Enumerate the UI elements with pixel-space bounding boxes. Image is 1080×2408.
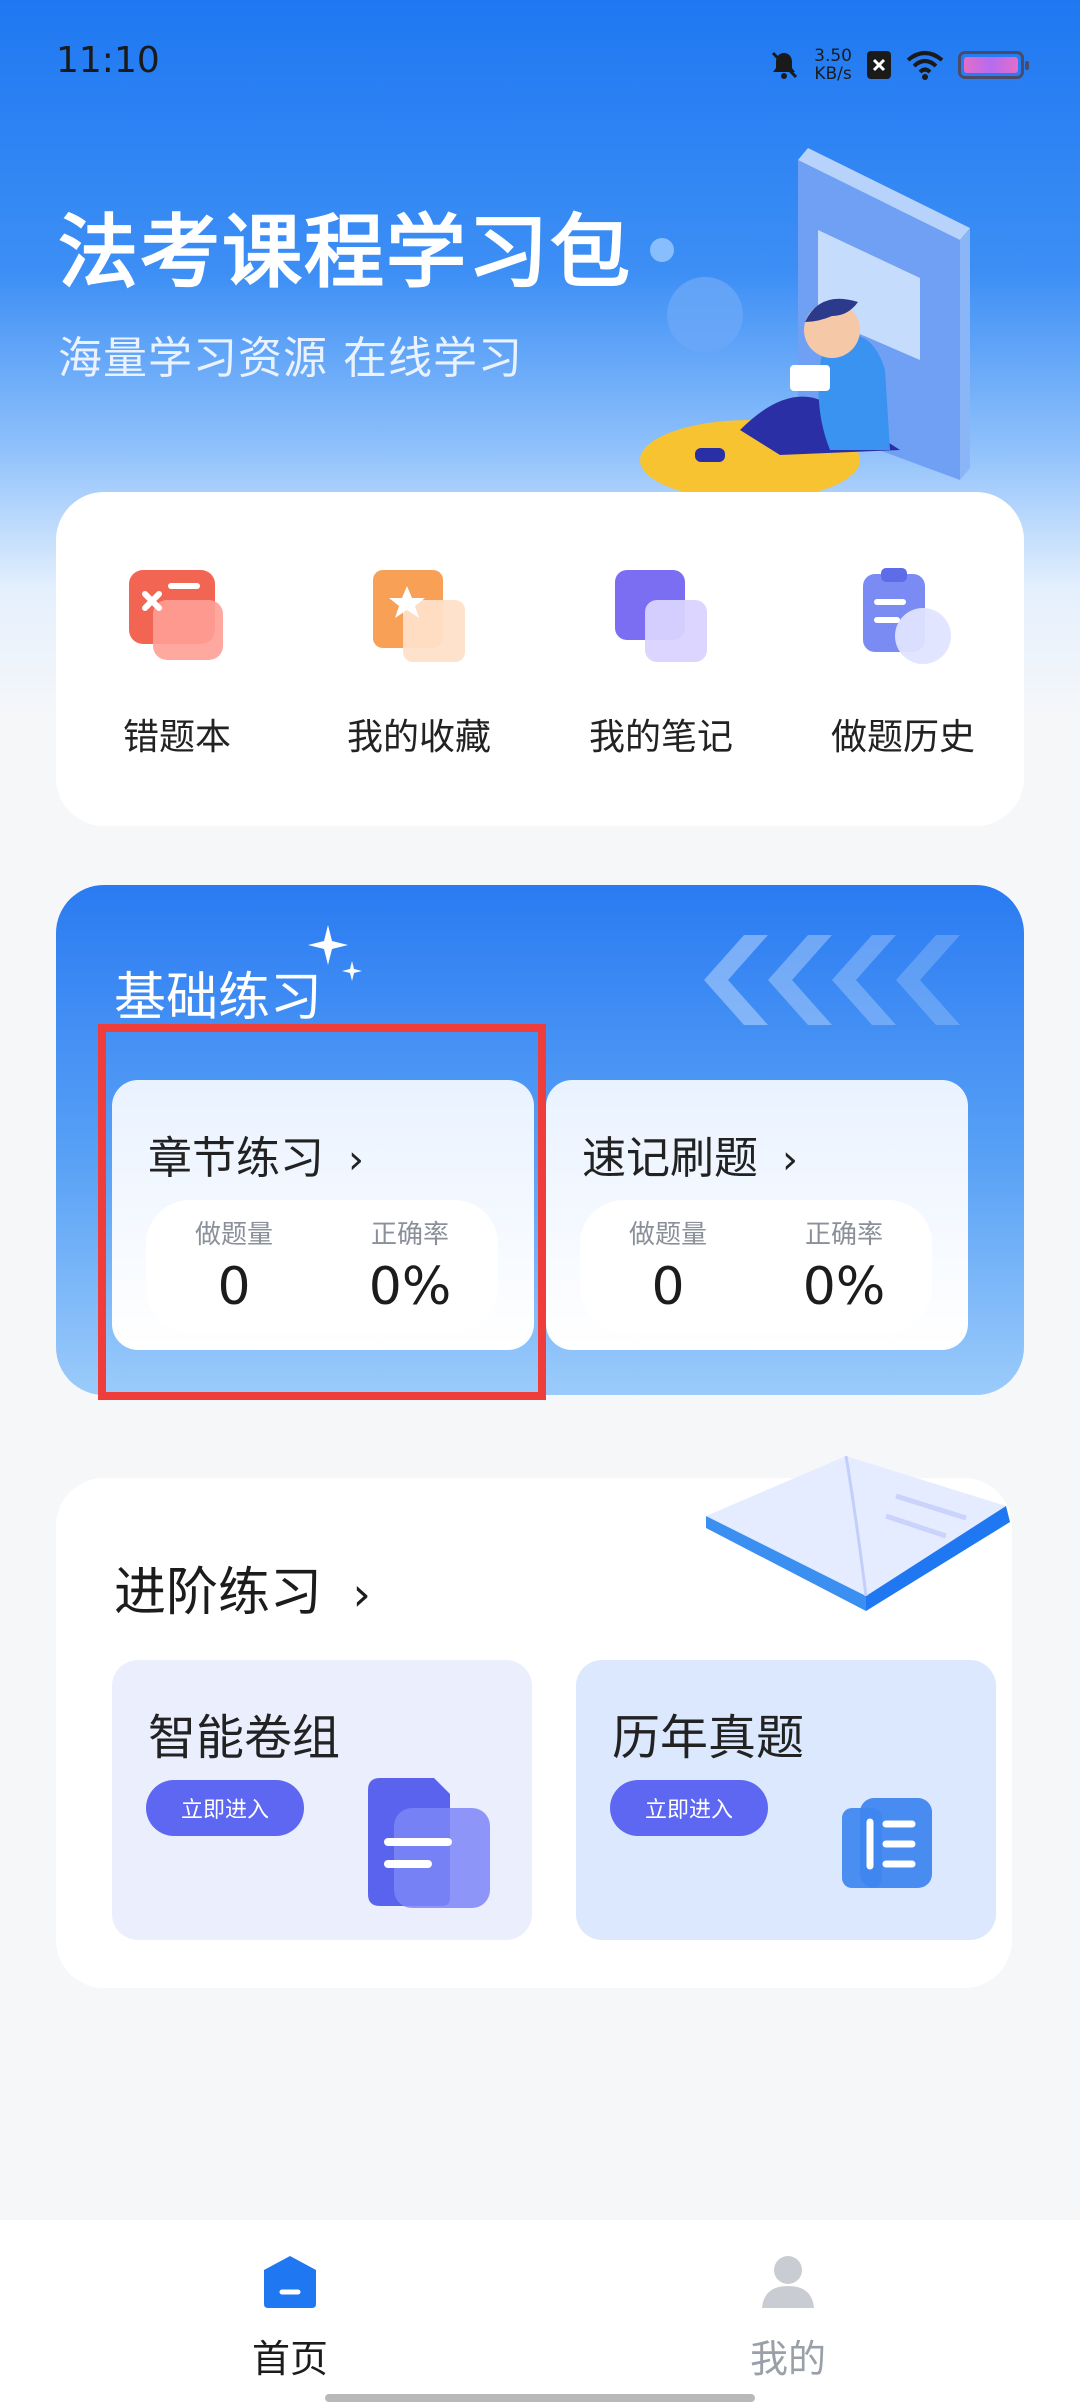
enter-button[interactable]: 立即进入 — [146, 1780, 304, 1836]
highlight-annotation-box — [98, 1024, 546, 1400]
quick-action-history[interactable]: 做题历史 — [782, 566, 1024, 760]
wrong-questions-icon — [129, 570, 223, 660]
basic-practice-title: 基础练习 — [114, 968, 323, 1028]
document-folder-icon — [368, 1778, 490, 1908]
hero-subtitle: 海量学习资源 在线学习 — [58, 333, 523, 384]
hero-title: 法考课程学习包 — [58, 206, 632, 299]
favorites-icon — [373, 570, 465, 662]
tab-label: 我的 — [749, 2337, 826, 2381]
status-bar: 11:10 3.50 KB/s — [0, 0, 1080, 120]
advanced-practice-title[interactable]: 进阶练习 › — [114, 1550, 371, 1625]
mute-bell-icon — [772, 51, 798, 79]
chevron-right-icon: › — [352, 1567, 371, 1621]
enter-button[interactable]: 立即进入 — [610, 1780, 768, 1836]
accuracy-stat: 正确率 0% — [756, 1214, 932, 1317]
adv-box-title: 智能卷组 — [148, 1710, 341, 1766]
sparkle-icon — [308, 925, 362, 981]
home-icon — [264, 2256, 316, 2308]
network-speed: 3.50 KB/s — [814, 47, 852, 83]
past-exams-card[interactable]: 历年真题 立即进入 — [576, 1660, 996, 1940]
tab-mine[interactable]: 我的 — [688, 2254, 888, 2383]
battery-fill — [964, 57, 1018, 73]
quick-action-label: 做题历史 — [830, 717, 975, 758]
quick-action-label: 错题本 — [122, 717, 231, 758]
smart-paper-card[interactable]: 智能卷组 立即进入 — [112, 1660, 532, 1940]
quick-action-notes[interactable]: 我的笔记 — [540, 566, 782, 760]
stats-pill: 做题量 0 正确率 0% — [580, 1200, 932, 1332]
stat-label: 做题量 — [628, 1220, 707, 1250]
advanced-practice-card: 进阶练习 › 智能卷组 立即进入 历年真题 立即进入 — [56, 1455, 1012, 1988]
notes-icon — [615, 570, 707, 662]
quick-action-wrong-questions[interactable]: 错题本 — [56, 566, 298, 760]
decorative-chevrons-icon — [704, 935, 960, 1025]
adv-box-title: 历年真题 — [612, 1710, 805, 1766]
chevron-right-icon: › — [782, 1137, 798, 1183]
history-icon — [863, 568, 951, 664]
network-speed-unit: KB/s — [814, 64, 852, 84]
battery-icon — [958, 51, 1029, 79]
tab-label: 首页 — [251, 2337, 328, 2381]
list-document-icon — [842, 1798, 932, 1888]
network-speed-value: 3.50 — [814, 46, 852, 66]
tab-home[interactable]: 首页 — [190, 2254, 390, 2383]
home-indicator — [325, 2394, 755, 2402]
stat-label: 正确率 — [804, 1220, 883, 1250]
stat-value: 0% — [802, 1257, 886, 1317]
practice-title-text: 速记刷题 — [582, 1133, 758, 1184]
wifi-icon — [906, 51, 944, 80]
quick-action-favorites[interactable]: 我的收藏 — [298, 566, 540, 760]
sim-icon — [867, 51, 891, 79]
user-icon — [762, 2256, 814, 2308]
open-book-illustration — [706, 1455, 1010, 1611]
quick-action-label: 我的收藏 — [346, 717, 491, 758]
status-time: 11:10 — [56, 40, 160, 81]
bottom-tab-bar: 首页 我的 — [0, 2220, 1080, 2408]
status-icons: 3.50 KB/s — [768, 40, 1029, 90]
advanced-practice-title-text: 进阶练习 — [114, 1563, 323, 1623]
reading-person-illustration — [640, 148, 970, 500]
question-count-stat: 做题量 0 — [580, 1214, 756, 1317]
stat-value: 0 — [651, 1257, 685, 1317]
quick-action-label: 我的笔记 — [588, 717, 733, 758]
quick-actions-card: 错题本 我的收藏 我的笔记 做题历史 — [56, 492, 1024, 826]
quick-review-card[interactable]: 速记刷题 › 做题量 0 正确率 0% — [546, 1080, 968, 1350]
practice-title: 速记刷题 › — [582, 1122, 798, 1186]
